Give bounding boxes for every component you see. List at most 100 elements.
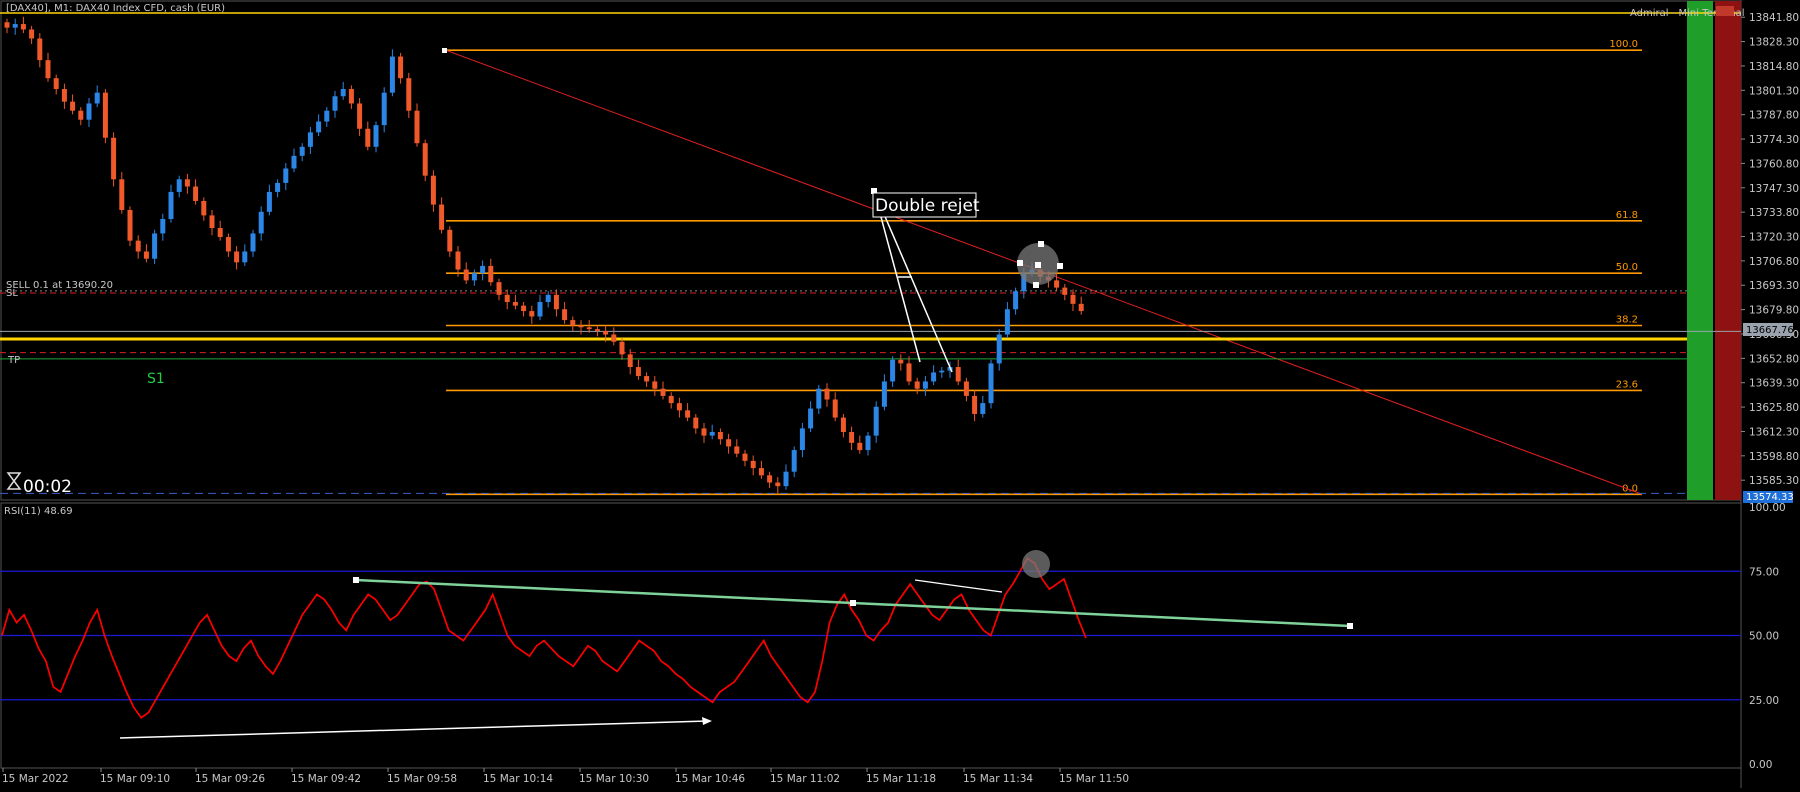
candle-body [1004, 309, 1010, 335]
candle-body [86, 103, 92, 120]
drawing-handle[interactable] [850, 600, 856, 606]
mini-terminal-icon[interactable] [1716, 6, 1734, 16]
sell-order-label: SELL 0.1 at 13690.20 [6, 280, 113, 291]
candle-body [742, 453, 748, 461]
candle-body [307, 132, 313, 147]
candle-body [45, 60, 51, 79]
candle-body [94, 92, 100, 104]
drawing-handle[interactable] [1347, 623, 1353, 629]
candle-body [931, 372, 937, 382]
candle-timer: 00:02 [23, 477, 72, 497]
annotation-text[interactable]: Double rejet [875, 196, 980, 216]
drawing-handle[interactable] [353, 577, 359, 583]
candle-body [685, 410, 691, 418]
candle-body [12, 24, 18, 28]
candle-body [652, 381, 658, 389]
candle-body [512, 302, 518, 306]
time-axis-label: 15 Mar 10:14 [483, 773, 553, 785]
candle-body [168, 191, 174, 220]
candle-body [857, 442, 863, 451]
candle-body [693, 417, 699, 429]
rsi-divergence-arrow [119, 720, 709, 739]
drawing-handle[interactable] [1057, 263, 1063, 269]
candle-body [316, 121, 322, 133]
candle-body [381, 92, 387, 126]
drawing-handle[interactable] [1035, 262, 1041, 268]
drawing-handle[interactable] [1038, 241, 1044, 247]
price-axis-label: 13747.30 [1749, 183, 1799, 195]
fib-level-label: 61.8 [1616, 210, 1638, 221]
candle-body [332, 96, 338, 111]
candle-body [972, 395, 978, 414]
candle-body [570, 320, 576, 326]
candle-body [668, 395, 674, 404]
candle-body [1054, 280, 1060, 288]
rsi-axis-label: 50.00 [1749, 631, 1779, 643]
candle-body [545, 294, 551, 303]
candle-body [758, 468, 764, 476]
drawing-handle[interactable] [1033, 282, 1039, 288]
candle-body [143, 251, 149, 259]
time-axis-label: 15 Mar 10:30 [579, 773, 649, 785]
price-axis-label: 13733.80 [1749, 207, 1799, 219]
candle-body [644, 376, 650, 382]
candle-body [881, 381, 887, 407]
chart-canvas[interactable]: 100.0 61.8 50.0 38.2 23.6 0.0 100.00 75.00 50.0… [0, 0, 1800, 788]
chart-title: [DAX40], M1: DAX40 Index CFD, cash (EUR) [6, 3, 225, 14]
price-axis-label: 13828.30 [1749, 37, 1799, 49]
candle-body [635, 367, 641, 377]
drawing-handle[interactable] [442, 48, 447, 53]
candles [4, 16, 1084, 494]
candle-body [234, 251, 240, 263]
price-axis-label: 13801.30 [1749, 85, 1799, 97]
candle-body [209, 215, 215, 229]
candle-body [127, 209, 133, 241]
candle-body [537, 302, 543, 317]
candle-body [578, 325, 584, 328]
candle-body [357, 103, 363, 129]
candle-body [463, 269, 469, 281]
rsi-axis-label: 75.00 [1749, 566, 1779, 578]
candle-body [849, 432, 855, 443]
arrow-head [702, 717, 712, 725]
rsi-axis-label: 0.00 [1749, 759, 1772, 771]
candle-body [201, 200, 207, 216]
candle-body [430, 175, 436, 205]
candle-body [603, 330, 609, 335]
price-axis-label: 13814.80 [1749, 61, 1799, 73]
time-axis-label: 15 Mar 09:26 [195, 773, 265, 785]
candle-body [791, 450, 797, 472]
chart-window[interactable]: 100.0 61.8 50.0 38.2 23.6 0.0 100.00 75.00 50.0… [0, 0, 1800, 788]
rsi-axis-label: 25.00 [1749, 695, 1779, 707]
candle-body [586, 327, 592, 330]
candle-body [250, 233, 256, 252]
candle-body [824, 388, 830, 400]
time-axis-label: 15 Mar 09:42 [291, 773, 361, 785]
candle-body [980, 403, 986, 414]
price-axis-label: 13787.80 [1749, 110, 1799, 122]
candle-body [439, 204, 445, 230]
price-axis-label: 13652.80 [1749, 353, 1799, 365]
time-axis-label: 15 Mar 2022 [2, 773, 69, 785]
candle-body [922, 381, 928, 389]
candle-body [775, 482, 781, 487]
drawing-handle[interactable] [1017, 260, 1023, 266]
candle-body [496, 282, 502, 295]
candle-body [734, 446, 740, 454]
price-axis-label: 13706.80 [1749, 256, 1799, 268]
tp-label: TP [7, 355, 20, 366]
candle-body [873, 406, 879, 436]
candle-body [266, 191, 272, 212]
candle-body [102, 92, 108, 138]
candle-body [135, 240, 141, 252]
price-axis-label: 13612.30 [1749, 426, 1799, 438]
candle-body [217, 228, 223, 238]
rsi-highlight-circle [1022, 550, 1050, 578]
candle-body [78, 110, 84, 120]
s1-label: S1 [147, 371, 165, 387]
candle-body [406, 78, 412, 111]
price-pane-border [0, 0, 1742, 501]
candle-body [676, 403, 682, 411]
candle-body [389, 56, 395, 93]
time-axis-label: 15 Mar 11:50 [1059, 773, 1129, 785]
